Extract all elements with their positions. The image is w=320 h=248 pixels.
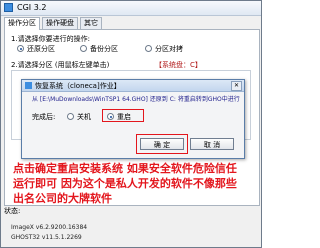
section2-label: 2.请选择分区 (用鼠标左键单击)	[11, 61, 110, 69]
dialog-title-bar: 恢复系统（cloneca]作业】 ✕	[22, 80, 244, 92]
reboot-radio[interactable]	[107, 113, 114, 120]
shutdown-label: 关机	[77, 113, 91, 121]
annotation-line-1: 点击确定重启安装系统 如果安全软件危险信任	[13, 162, 237, 175]
copy-partition-label: 分区对拷	[155, 45, 183, 53]
dialog-icon	[25, 82, 32, 89]
backup-radio[interactable]	[80, 45, 87, 52]
finish-label: 完成后:	[32, 113, 56, 121]
title-bar: CGI 3.2	[1, 1, 261, 16]
imagex-version: ImageX v6.2.9200.16384	[11, 224, 88, 231]
dialog-title: 恢复系统（cloneca]作业】	[35, 82, 121, 90]
annotation-line-3: 出名公司的大牌软件	[13, 192, 112, 205]
close-icon[interactable]: ✕	[231, 81, 242, 91]
restore-dialog: 恢复系统（cloneca]作业】 ✕ 从 [E:\MuDownloads\Win…	[21, 79, 245, 159]
ok-highlight	[136, 134, 188, 154]
window-title: CGI 3.2	[17, 3, 47, 12]
section1-label: 1.请选择你要进行的操作:	[11, 35, 91, 43]
tab-other[interactable]: 其它	[80, 17, 102, 29]
status-label: 状态:	[4, 207, 21, 215]
ghost-version: GHOST32 v11.5.1.2269	[11, 234, 82, 241]
backup-label: 备份分区	[90, 45, 118, 53]
restore-label: 还原分区	[27, 45, 55, 53]
tab-partition-ops[interactable]: 操作分区	[4, 17, 40, 30]
annotation-line-2: 运行即可 因为这个是私人开发的软件不像那些	[13, 177, 237, 190]
cancel-button[interactable]: 取 消	[190, 138, 234, 150]
system-disk-hint: 【系统盘：C】	[155, 61, 202, 69]
copy-partition-radio[interactable]	[145, 45, 152, 52]
reboot-label: 重启	[117, 113, 131, 121]
tab-disk-ops[interactable]: 操作硬盘	[42, 17, 78, 29]
restore-path-text: 从 [E:\MuDownloads\WinTSP1 64.GHO] 还原到 C:…	[32, 96, 240, 103]
restore-radio[interactable]	[17, 45, 24, 52]
app-icon	[4, 3, 13, 12]
shutdown-radio[interactable]	[67, 113, 74, 120]
main-window: CGI 3.2 操作分区 操作硬盘 其它 1.请选择你要进行的操作: 还原分区 …	[0, 0, 262, 248]
